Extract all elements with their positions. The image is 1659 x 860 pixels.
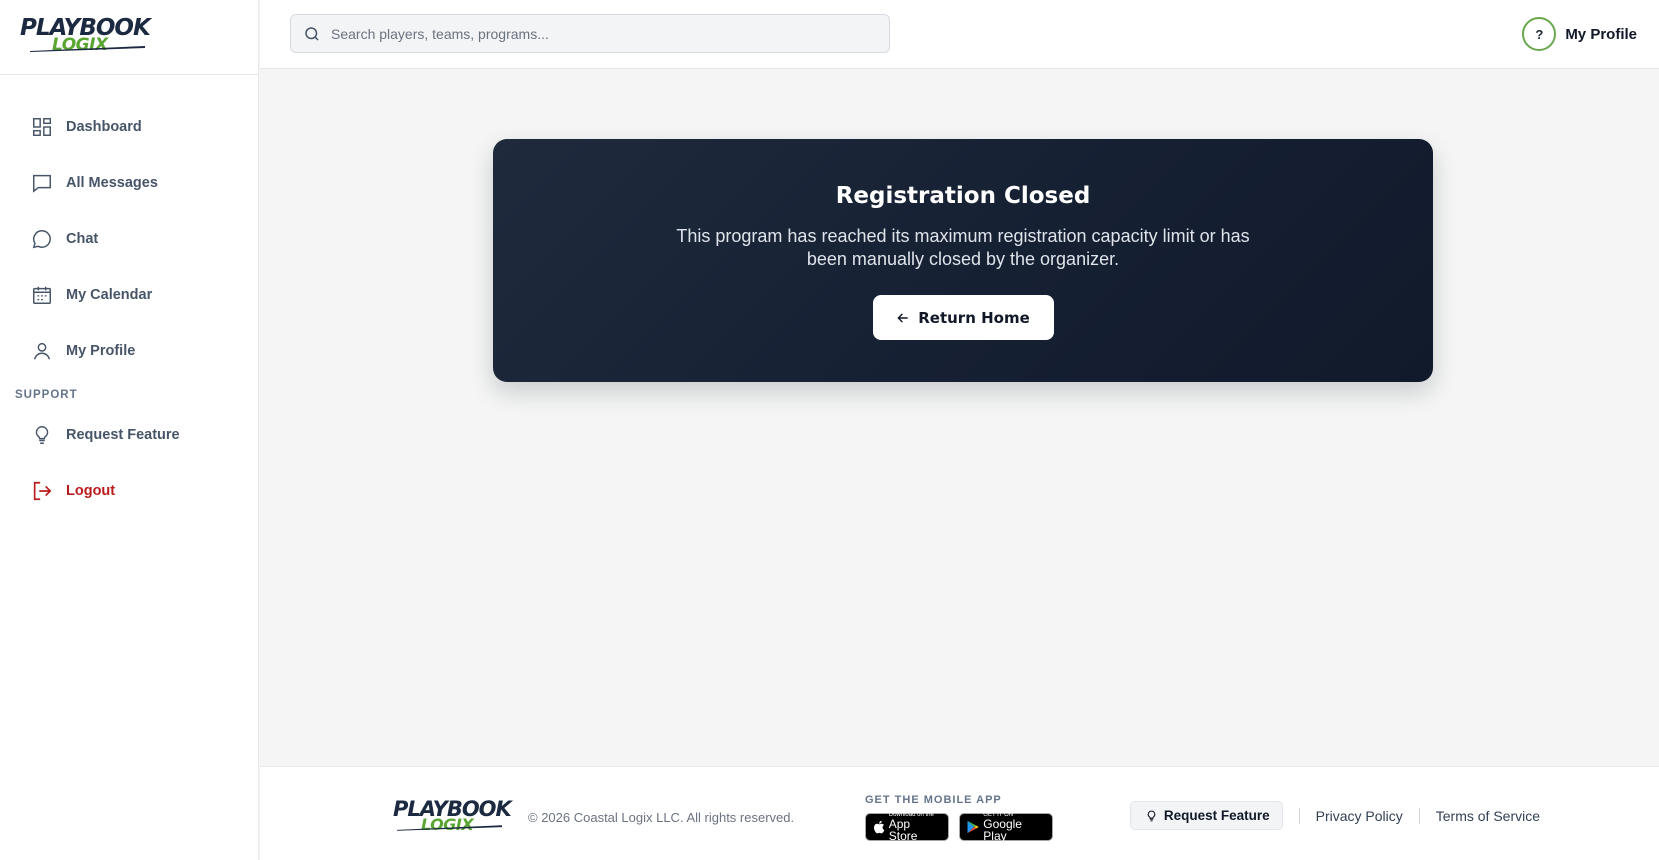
divider bbox=[1418, 807, 1420, 824]
sidebar: PLAYBOOK LOGIX Dashboard All Messages Ch… bbox=[0, 0, 259, 860]
sidebar-item-logout[interactable]: Logout bbox=[0, 463, 258, 519]
search-icon bbox=[305, 26, 319, 41]
sidebar-item-request-feature[interactable]: Request Feature bbox=[0, 407, 258, 463]
privacy-policy-link[interactable]: Privacy Policy bbox=[1316, 808, 1403, 824]
closed-message: This program has reached its maximum reg… bbox=[676, 226, 1250, 269]
logout-icon bbox=[30, 479, 54, 503]
sidebar-item-label: Logout bbox=[66, 483, 116, 499]
search-bar[interactable] bbox=[290, 14, 890, 53]
apple-icon bbox=[874, 820, 885, 834]
message-square-icon bbox=[30, 171, 54, 195]
terms-of-service-link[interactable]: Terms of Service bbox=[1436, 808, 1540, 824]
app-store-big-text: App Store bbox=[888, 817, 918, 843]
logo-swoosh-icon bbox=[30, 46, 145, 52]
footer-logo[interactable]: PLAYBOOK LOGIX bbox=[393, 799, 512, 833]
profile-menu[interactable]: ? My Profile bbox=[1522, 17, 1637, 51]
support-section-label: SUPPORT bbox=[15, 389, 78, 401]
page-title: Registration Closed bbox=[835, 183, 1091, 209]
profile-name[interactable]: My Profile bbox=[1565, 26, 1637, 43]
search-input[interactable] bbox=[331, 25, 871, 42]
sidebar-item-all-messages[interactable]: All Messages bbox=[0, 155, 258, 211]
google-play-big-text: Google Play bbox=[983, 817, 1022, 843]
sidebar-item-label: My Calendar bbox=[66, 287, 153, 303]
logo-area: PLAYBOOK LOGIX bbox=[0, 0, 258, 75]
user-icon bbox=[30, 339, 54, 363]
mobile-app-section: GET THE MOBILE APP Download on the App S… bbox=[865, 794, 1063, 843]
dashboard-grid-icon bbox=[30, 115, 54, 139]
chat-bubble-icon bbox=[30, 227, 54, 251]
app-logo[interactable]: PLAYBOOK LOGIX bbox=[20, 17, 151, 54]
sidebar-item-dashboard[interactable]: Dashboard bbox=[0, 99, 258, 155]
google-play-icon bbox=[967, 820, 979, 834]
footer-request-feature-button[interactable]: Request Feature bbox=[1129, 801, 1283, 830]
sidebar-item-label: Request Feature bbox=[66, 427, 180, 443]
footer-links: Request Feature Privacy Policy Terms of … bbox=[1129, 801, 1540, 830]
lightbulb-icon bbox=[1147, 810, 1156, 821]
avatar[interactable]: ? bbox=[1522, 17, 1557, 51]
logo-swoosh-icon bbox=[397, 825, 502, 831]
copyright-text: © 2026 Coastal Logix LLC. All rights res… bbox=[528, 810, 795, 825]
return-home-button[interactable]: Return Home bbox=[872, 295, 1054, 340]
arrow-left-icon bbox=[897, 312, 908, 323]
sidebar-item-my-profile[interactable]: My Profile bbox=[0, 323, 258, 379]
divider bbox=[1298, 807, 1300, 824]
topbar: ? My Profile bbox=[260, 0, 1659, 69]
calendar-icon bbox=[30, 283, 54, 307]
sidebar-item-label: My Profile bbox=[66, 343, 136, 359]
sidebar-item-label: Dashboard bbox=[66, 119, 142, 135]
registration-closed-card: Registration Closed This program has rea… bbox=[493, 139, 1433, 382]
sidebar-item-label: All Messages bbox=[66, 175, 158, 191]
footer: PLAYBOOK LOGIX © 2026 Coastal Logix LLC.… bbox=[260, 766, 1659, 860]
footer-request-feature-label: Request Feature bbox=[1163, 808, 1270, 823]
sidebar-item-label: Chat bbox=[66, 231, 99, 247]
return-home-label: Return Home bbox=[918, 308, 1030, 327]
lightbulb-icon bbox=[30, 423, 54, 447]
sidebar-item-chat[interactable]: Chat bbox=[0, 211, 258, 267]
google-play-badge[interactable]: GET IT ON Google Play bbox=[959, 812, 1053, 843]
mobile-app-label: GET THE MOBILE APP bbox=[865, 794, 1002, 806]
sidebar-nav: Dashboard All Messages Chat My Calendar … bbox=[0, 75, 258, 519]
app-store-badge[interactable]: Download on the App Store bbox=[865, 812, 949, 843]
sidebar-item-my-calendar[interactable]: My Calendar bbox=[0, 267, 258, 323]
